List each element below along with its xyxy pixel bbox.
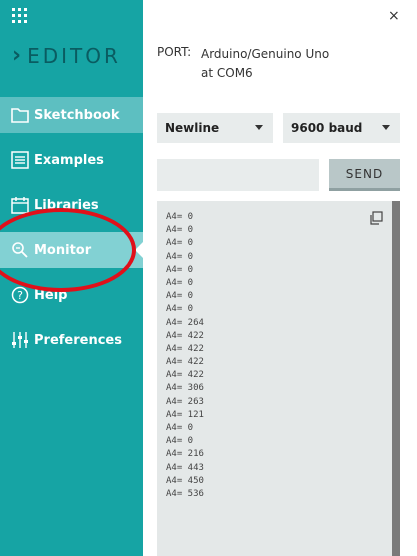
baud-rate-select[interactable]: 9600 baud (283, 113, 400, 143)
monitor-line: A4= 443 (166, 462, 204, 473)
monitor-line: A4= 0 (166, 225, 194, 236)
active-pointer (135, 242, 143, 258)
monitor-line: A4= 422 (166, 330, 204, 341)
question-icon: ? (10, 285, 30, 305)
line-ending-select[interactable]: Newline (157, 113, 273, 143)
caret-down-icon (255, 125, 263, 130)
port-com: at COM6 (201, 66, 253, 80)
baud-rate-value: 9600 baud (291, 121, 363, 135)
nav-preferences[interactable]: Preferences (0, 322, 143, 358)
nav-sketchbook[interactable]: Sketchbook (0, 97, 143, 133)
send-button[interactable]: SEND (329, 159, 400, 191)
svg-text:?: ? (17, 289, 23, 302)
monitor-line: A4= 216 (166, 449, 204, 460)
chevron-right-icon: › (12, 43, 22, 68)
nav-monitor[interactable]: Monitor (0, 232, 143, 268)
monitor-line: A4= 121 (166, 409, 204, 420)
folder-icon (10, 105, 30, 125)
port-value[interactable]: Arduino/Genuino Uno at COM6 (201, 45, 329, 83)
sidebar: › EDITOR Sketchbook Examples Libraries M… (0, 0, 143, 556)
port-board: Arduino/Genuino Uno (201, 47, 330, 61)
monitor-line: A4= 264 (166, 317, 204, 328)
nav-label: Examples (34, 152, 104, 168)
caret-down-icon (382, 125, 390, 130)
monitor-lines: A4= 0 A4= 0 A4= 0 A4= 0 A4= 0 A4= 0 A4= 0 A4= 0… (166, 211, 204, 501)
monitor-line: A4= 422 (166, 357, 204, 368)
copy-icon[interactable] (369, 210, 383, 225)
monitor-line: A4= 0 (166, 436, 194, 447)
list-icon (10, 150, 30, 170)
nav-label: Help (34, 287, 68, 303)
line-ending-value: Newline (165, 121, 220, 135)
sliders-icon (10, 330, 30, 350)
monitor-line: A4= 0 (166, 251, 194, 262)
nav-label: Libraries (34, 197, 99, 213)
nav-label: Sketchbook (34, 107, 120, 123)
close-icon[interactable]: × (388, 8, 400, 24)
apps-grid-icon[interactable] (12, 8, 28, 24)
nav-libraries[interactable]: Libraries (0, 187, 143, 223)
monitor-line: A4= 0 (166, 212, 194, 222)
monitor-line: A4= 422 (166, 370, 204, 381)
monitor-line: A4= 0 (166, 423, 194, 433)
monitor-line: A4= 0 (166, 277, 194, 288)
send-input[interactable] (157, 159, 319, 191)
magnifier-icon (10, 240, 30, 260)
monitor-line: A4= 0 (166, 304, 194, 315)
nav-label: Monitor (34, 242, 92, 258)
monitor-line: A4= 422 (166, 343, 204, 354)
brand-title: EDITOR (27, 44, 121, 68)
monitor-line: A4= 0 (166, 291, 194, 302)
nav-help[interactable]: ? Help (0, 277, 143, 313)
editor-brand: › EDITOR (12, 44, 121, 68)
monitor-line: A4= 263 (166, 396, 204, 407)
calendar-icon (10, 195, 30, 215)
monitor-line: A4= 0 (166, 264, 194, 275)
monitor-line: A4= 450 (166, 475, 204, 486)
monitor-line: A4= 0 (166, 238, 194, 249)
scrollbar[interactable] (392, 201, 400, 556)
nav-label: Preferences (34, 332, 122, 348)
nav-examples[interactable]: Examples (0, 142, 143, 178)
port-label: PORT: (157, 45, 192, 59)
monitor-line: A4= 536 (166, 488, 204, 499)
monitor-line: A4= 306 (166, 383, 204, 394)
